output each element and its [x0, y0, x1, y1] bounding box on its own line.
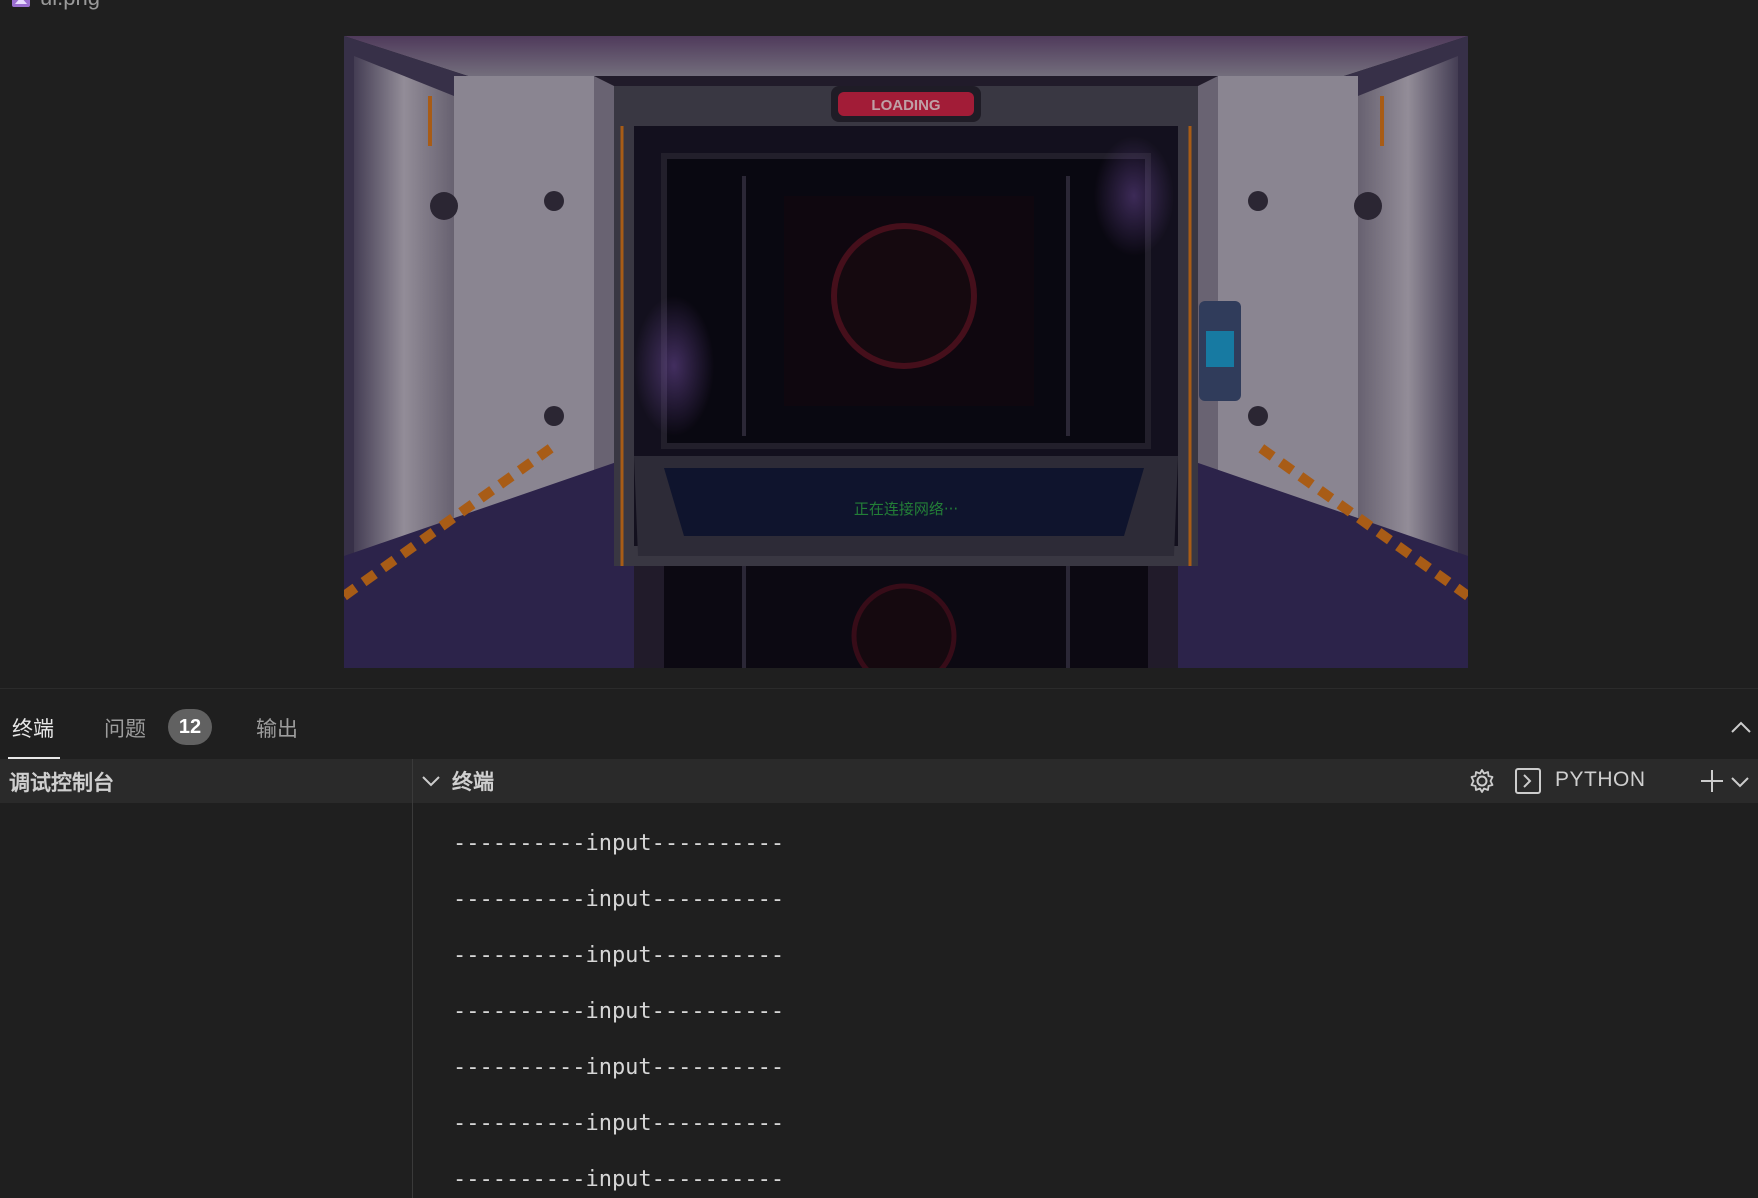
tab-problems-label: 问题: [104, 717, 146, 741]
terminal-line: ----------input----------: [453, 1167, 785, 1192]
panel-tab-bar: 终端 问题 12 输出: [0, 689, 1758, 759]
panel-header-bar: 调试控制台 终端 PYTHON: [0, 759, 1758, 803]
shell-type-label[interactable]: PYTHON: [1555, 768, 1646, 792]
terminal-line: ----------input----------: [453, 831, 785, 856]
terminal-line: ----------input----------: [453, 1111, 785, 1136]
terminal-line: ----------input----------: [453, 1055, 785, 1080]
chevron-down-icon[interactable]: [1726, 767, 1754, 795]
terminal-line: ----------input----------: [453, 999, 785, 1024]
bottom-panel: 终端 问题 12 输出 调试控制台 终端 PYTHON ----------in…: [0, 688, 1758, 1198]
chevron-down-icon[interactable]: [420, 770, 442, 792]
debug-console-title: 调试控制台: [9, 771, 114, 795]
vscode-window: ui.png: [0, 0, 1758, 1198]
debug-console-header: 调试控制台: [0, 759, 413, 803]
debug-console-pane[interactable]: [0, 803, 413, 1198]
terminal-toolbar: PYTHON: [1468, 759, 1758, 803]
terminal-line: ----------input----------: [453, 943, 785, 968]
terminal-section-title: 终端: [452, 770, 494, 794]
terminal-icon[interactable]: [1514, 767, 1542, 795]
gear-icon[interactable]: [1468, 767, 1496, 795]
plus-icon[interactable]: [1698, 767, 1726, 795]
problems-count-badge: 12: [168, 709, 212, 745]
file-tab-name: ui.png: [40, 0, 100, 11]
image-file-icon: [12, 0, 30, 7]
terminal-output[interactable]: ----------input---------- ----------inpu…: [413, 803, 1758, 1198]
chevron-up-icon[interactable]: [1728, 715, 1754, 741]
file-tab[interactable]: ui.png: [12, 0, 100, 10]
game-screenshot-image: LOADING 正在连接网络···: [344, 36, 1468, 668]
tab-output-label: 输出: [256, 717, 298, 741]
terminal-section-header[interactable]: 终端: [420, 759, 494, 803]
tab-problems[interactable]: 问题: [104, 713, 146, 743]
image-preview-area: ui.png: [0, 0, 1758, 688]
tab-terminal-label: 终端: [12, 717, 54, 741]
terminal-line: ----------input----------: [453, 887, 785, 912]
tab-terminal[interactable]: 终端: [12, 713, 54, 743]
tab-output[interactable]: 输出: [256, 713, 298, 743]
